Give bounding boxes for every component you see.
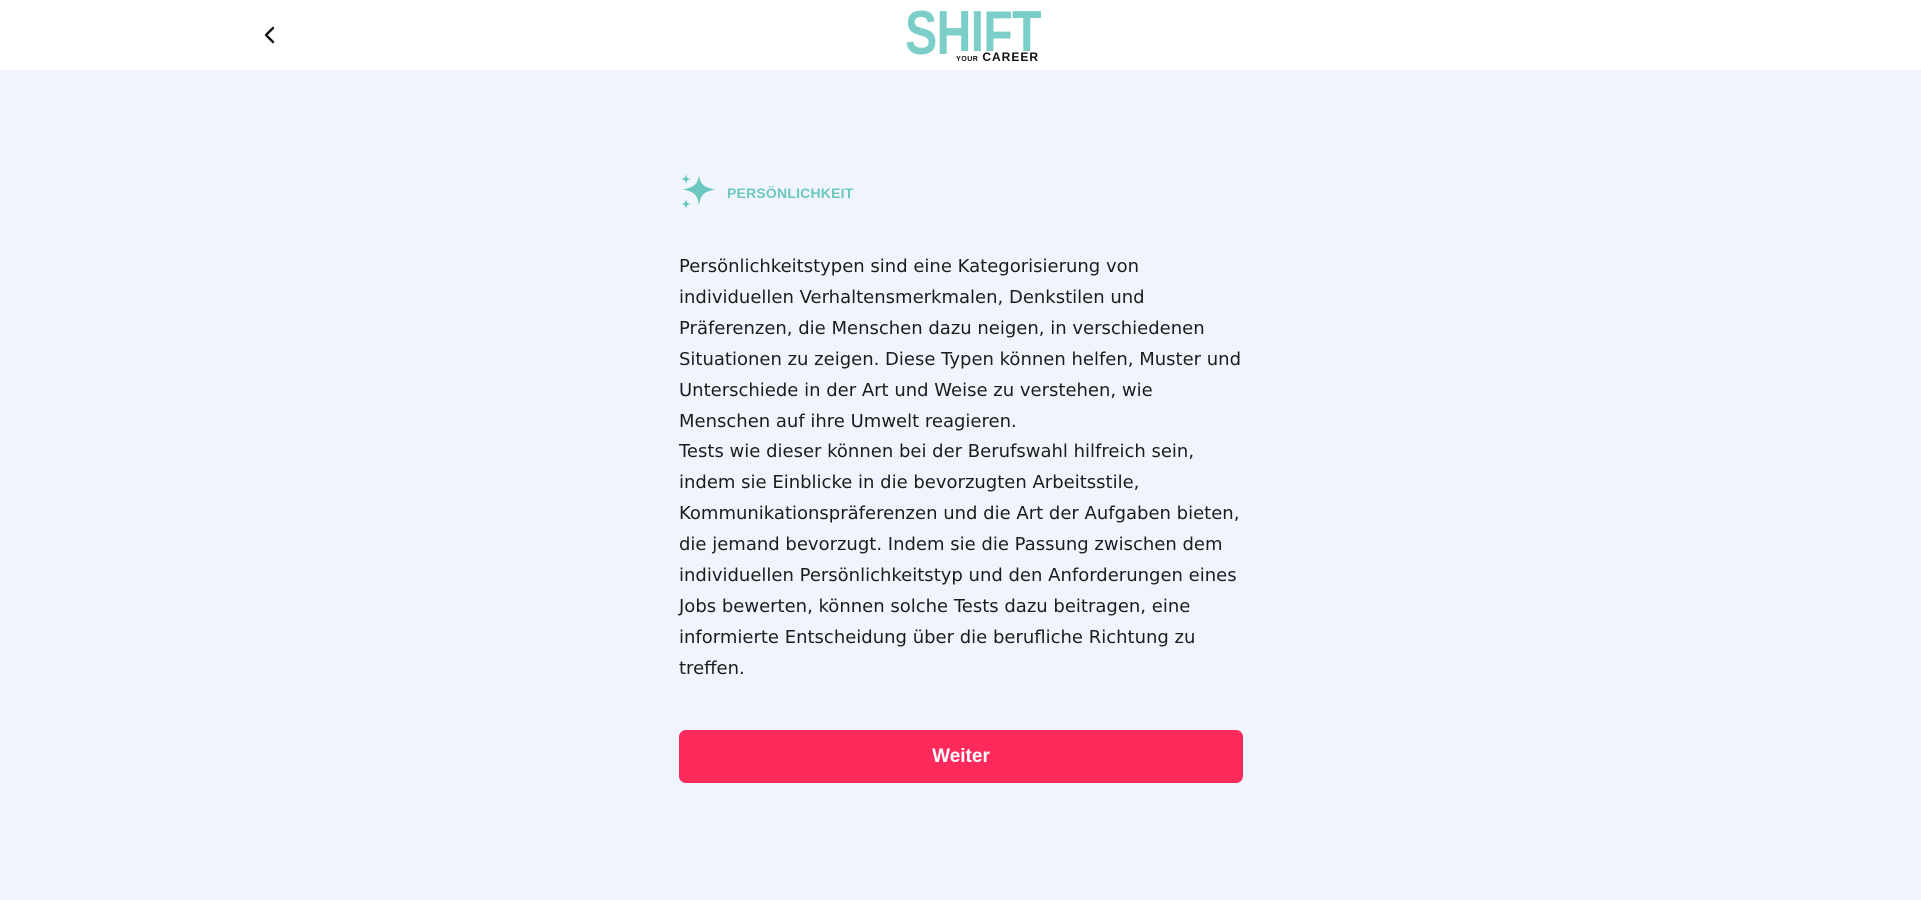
- top-bar: SHIFT YOUR CAREER: [0, 0, 1921, 70]
- logo-tagline-big: CAREER: [982, 50, 1039, 64]
- logo-tagline: YOUR CAREER: [954, 51, 1039, 66]
- chevron-left-icon: [264, 26, 275, 44]
- logo-tagline-small: YOUR: [956, 56, 979, 63]
- continue-button[interactable]: Weiter: [679, 730, 1243, 783]
- description-paragraph-1: Persönlichkeitstypen sind eine Kategoris…: [679, 256, 1242, 432]
- section-header: PERSÖNLICHKEIT: [679, 173, 1243, 213]
- shift-logo[interactable]: SHIFT YOUR CAREER: [905, 3, 1042, 66]
- sparkles-icon: [681, 174, 715, 209]
- section-label: PERSÖNLICHKEIT: [727, 185, 854, 201]
- description-paragraph-2: Tests wie dieser können bei der Berufswa…: [679, 441, 1240, 679]
- back-button[interactable]: [257, 20, 283, 50]
- intro-content: PERSÖNLICHKEIT Persönlichkeitstypen sind…: [679, 173, 1243, 685]
- description: Persönlichkeitstypen sind eine Kategoris…: [679, 252, 1245, 685]
